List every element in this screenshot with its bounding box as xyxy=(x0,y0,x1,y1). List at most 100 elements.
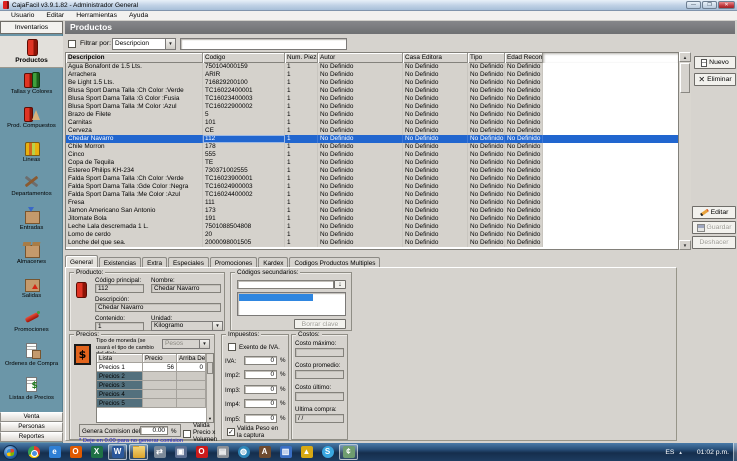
sidebar-item[interactable]: Promociones xyxy=(0,306,63,340)
nombre-field[interactable]: Chedar Navarro xyxy=(151,284,221,293)
sidebar-item[interactable]: Almacenes xyxy=(0,238,63,272)
start-button[interactable] xyxy=(3,445,18,460)
codigos-secundarios-list[interactable] xyxy=(237,292,346,316)
table-row[interactable]: Brazo de Filete 5 1 No Definido No Defin… xyxy=(66,111,678,119)
opera-icon[interactable]: O xyxy=(192,444,211,460)
table-row[interactable]: Leche Lala descremada 1 L. 7501088504808… xyxy=(66,223,678,231)
word-icon[interactable]: W xyxy=(108,444,127,460)
table-row[interactable]: Lomo de cerdo 20 1 No Definido No Defini… xyxy=(66,231,678,239)
sidebar-item[interactable]: Productos xyxy=(0,36,63,68)
table-scrollbar[interactable]: ▲ ▼ xyxy=(679,52,691,250)
media-app-icon[interactable]: ▣ xyxy=(171,444,190,460)
scrollbar-thumb[interactable] xyxy=(207,362,213,374)
arriba-cell[interactable] xyxy=(177,390,206,399)
sidebar-item[interactable]: Listas de Precios xyxy=(0,374,63,408)
guardar-button[interactable]: Guardar xyxy=(692,221,736,234)
column-header-casa-editora[interactable]: Casa Editora xyxy=(403,53,468,63)
table-row[interactable]: Falda Sport Dama Talla :Gde Color :Negra… xyxy=(66,183,678,191)
arriba-cell[interactable] xyxy=(177,381,206,390)
precio-cell[interactable] xyxy=(143,372,177,381)
borrar-clave-button[interactable]: Borrar clave xyxy=(294,319,346,329)
ie-icon[interactable]: e xyxy=(45,444,64,460)
dark-app-icon[interactable]: A xyxy=(255,444,274,460)
editar-button[interactable]: Editar xyxy=(692,206,736,219)
filter-search-input[interactable] xyxy=(180,38,347,50)
chrome-icon[interactable] xyxy=(24,444,43,460)
sidebar-item[interactable]: Prod. Compuestos xyxy=(0,102,63,136)
table-row[interactable]: Cerveza CE 1 No Definido No Definido No … xyxy=(66,127,678,135)
clock[interactable]: 01:02 p.m. xyxy=(697,449,729,456)
column-header-tipo[interactable]: Tipo xyxy=(468,53,505,63)
nuevo-button[interactable]: Nuevo xyxy=(694,56,736,69)
impuesto-field[interactable]: 0 xyxy=(244,385,277,394)
sidebar-section-button[interactable]: Personas xyxy=(0,422,63,432)
table-row[interactable]: Arrachera ARIR 1 No Definido No Definido… xyxy=(66,71,678,79)
table-row[interactable]: Blusa Sport Dama Talla :Ch Color :Verde … xyxy=(66,87,678,95)
sidebar-item[interactable]: Departamentos xyxy=(0,170,63,204)
unidad-select[interactable]: Kilogramo ▼ xyxy=(151,321,223,331)
contenido-field[interactable]: 1 xyxy=(95,322,144,331)
table-row[interactable]: Blusa Sport Dama Talla :M Color :Azul TC… xyxy=(66,103,678,111)
close-button[interactable]: ✕ xyxy=(718,1,735,9)
sidebar-item[interactable]: Ordenes de Compra xyxy=(0,340,63,374)
scroll-down-icon[interactable]: ▼ xyxy=(679,240,691,250)
arrow-down-button[interactable]: ↓ xyxy=(334,280,346,289)
sidebar-section-button[interactable]: Venta xyxy=(0,412,63,422)
grey-app-icon[interactable]: ▤ xyxy=(213,444,232,460)
column-header-autor[interactable]: Autor xyxy=(318,53,403,63)
costo-input[interactable] xyxy=(295,370,344,379)
column-header-num-piezas[interactable]: Num. Piezas xyxy=(285,53,318,63)
arriba-cell[interactable] xyxy=(177,399,206,408)
exento-iva-checkbox[interactable] xyxy=(228,343,236,351)
column-header-descripcion[interactable]: Descripcion xyxy=(66,53,203,63)
maximize-button[interactable]: ❐ xyxy=(702,1,717,9)
language-indicator[interactable]: ES xyxy=(665,449,674,456)
descripcion-field[interactable]: Chedar Navarro xyxy=(95,303,221,312)
impuesto-field[interactable]: 0 xyxy=(244,414,277,423)
arriba-cell[interactable]: 0 xyxy=(177,363,206,372)
sync-icon[interactable]: ⇄ xyxy=(150,444,169,460)
valida-peso-checkbox[interactable] xyxy=(227,428,235,436)
deshacer-button[interactable]: Deshacer xyxy=(692,236,736,249)
tray-expand-icon[interactable]: ▲ xyxy=(678,450,682,455)
column-header-edad-recomendada[interactable]: Edad Recome xyxy=(505,53,543,63)
table-row[interactable]: Fresa 111 1 No Definido No Definido No D… xyxy=(66,199,678,207)
table-row[interactable]: Falda Sport Dama Talla :Me Color :Azul T… xyxy=(66,191,678,199)
skype-icon[interactable]: S xyxy=(318,444,337,460)
precio-cell[interactable]: 56 xyxy=(143,363,177,372)
impuesto-field[interactable]: 0 xyxy=(244,399,277,408)
excel-icon[interactable]: X xyxy=(87,444,106,460)
sidebar-item[interactable]: Entradas xyxy=(0,204,63,238)
menu-item[interactable]: Herramientas xyxy=(70,12,123,19)
table-row[interactable]: Copa de Tequila TE 1 No Definido No Defi… xyxy=(66,159,678,167)
impuesto-field[interactable]: 0 xyxy=(244,356,277,365)
scrollbar-thumb[interactable] xyxy=(680,63,690,93)
table-row[interactable]: Agua Bonafont de 1.5 Lts. 750104000159 1… xyxy=(66,63,678,71)
chevron-down-icon[interactable]: ▼ xyxy=(212,322,222,330)
table-row[interactable]: Lonche del que sea. 2000098001505 1 No D… xyxy=(66,239,678,247)
alert-app-icon[interactable]: ▲ xyxy=(297,444,316,460)
sidebar-item[interactable]: Salidas xyxy=(0,272,63,306)
filter-checkbox[interactable] xyxy=(68,40,76,48)
table-row[interactable]: Be Light 1.5 Lts. 716829200100 1 No Defi… xyxy=(66,79,678,87)
filter-field-select[interactable]: Descripcion ▼ xyxy=(112,38,176,50)
table-row[interactable]: Cinco 555 1 No Definido No Definido No D… xyxy=(66,151,678,159)
eliminar-button[interactable]: ✕ Eliminar xyxy=(694,73,736,86)
precio-row[interactable]: Precios 5 xyxy=(97,399,213,408)
chevron-down-icon[interactable]: ▼ xyxy=(165,39,175,49)
show-desktop-button[interactable] xyxy=(733,443,737,461)
chart-app-icon[interactable]: ▥ xyxy=(276,444,295,460)
sidebar-item[interactable]: Lineas xyxy=(0,136,63,170)
menu-item[interactable]: Ayuda xyxy=(123,12,154,19)
explorer-folder-icon[interactable] xyxy=(129,444,148,460)
table-row[interactable]: Estereo Philips KH-234 730371002555 1 No… xyxy=(66,167,678,175)
column-header-codigo[interactable]: Codigo xyxy=(203,53,285,63)
precio-row[interactable]: Precios 3 xyxy=(97,381,213,390)
minimize-button[interactable]: — xyxy=(686,1,701,9)
table-row[interactable]: Carnitas 101 1 No Definido No Definido N… xyxy=(66,119,678,127)
codigo-secundario-input[interactable] xyxy=(237,280,334,289)
scroll-down-icon[interactable]: ▼ xyxy=(207,415,213,422)
moneda-select[interactable]: Pesos ▼ xyxy=(162,339,210,349)
table-row[interactable]: Chile Morron 178 1 No Definido No Defini… xyxy=(66,143,678,151)
earth-icon[interactable]: ◍ xyxy=(234,444,253,460)
